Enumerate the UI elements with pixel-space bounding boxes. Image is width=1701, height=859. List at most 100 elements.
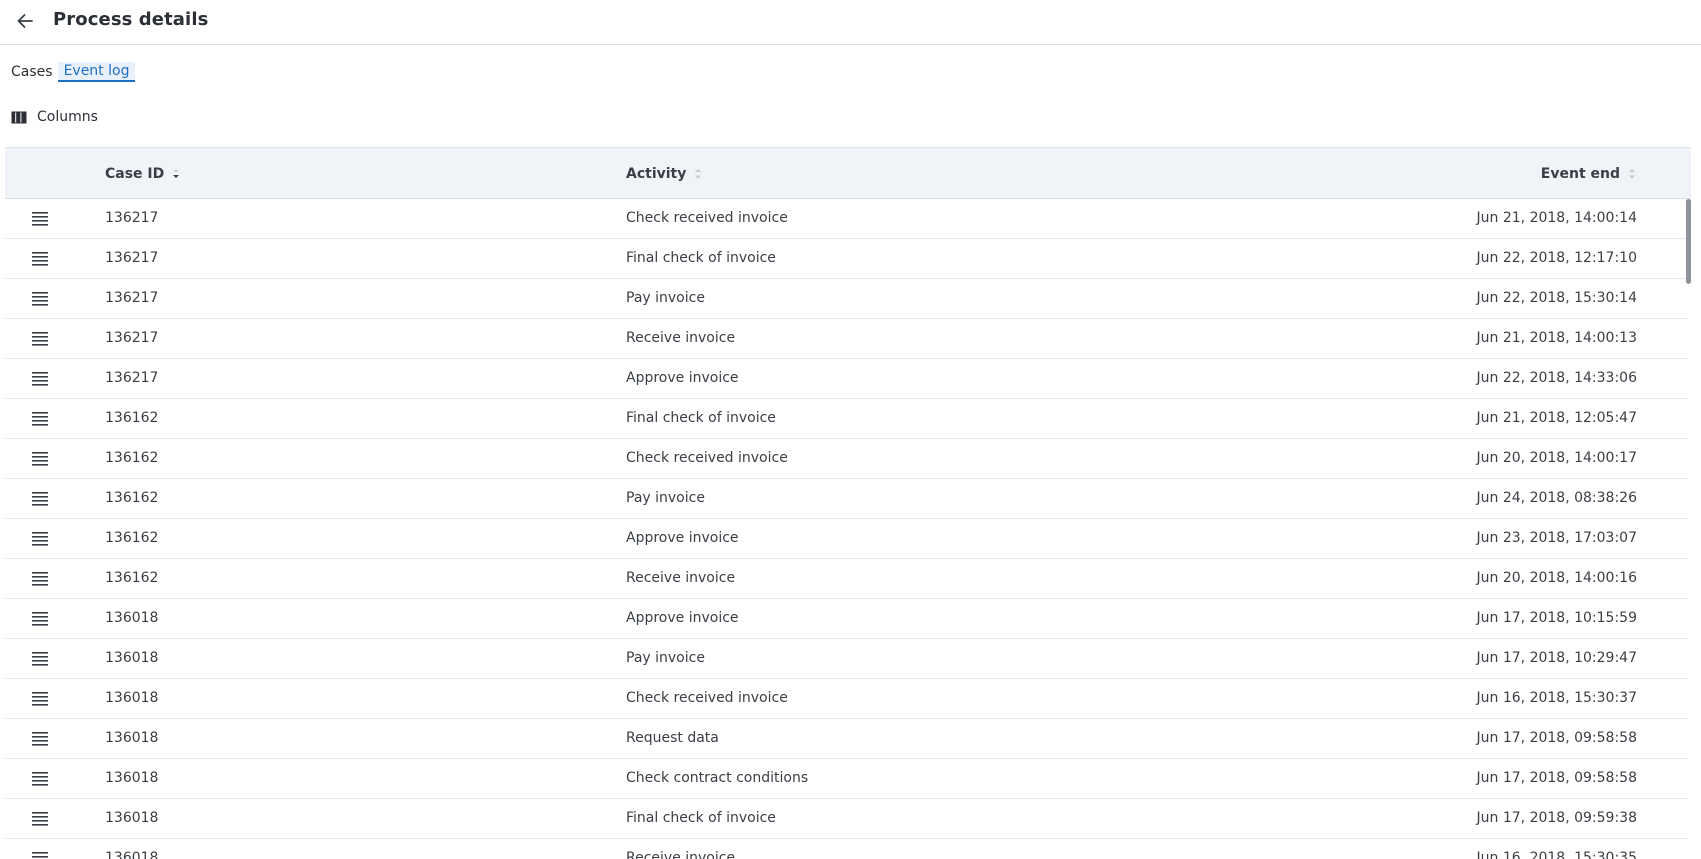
row-menu-icon[interactable] xyxy=(31,771,49,787)
table-row[interactable]: 136018 Check received invoice Jun 16, 2018… xyxy=(5,679,1687,719)
row-menu-icon[interactable] xyxy=(31,411,49,427)
cell-event-end: Jun 16, 2018, 15:30:35 xyxy=(1476,850,1637,859)
table-row[interactable]: 136018 Final check of invoice Jun 17, 2018… xyxy=(5,799,1687,839)
table-row[interactable]: 136162 Receive invoice Jun 20, 2018, 14:00… xyxy=(5,559,1687,599)
cell-event-end: Jun 16, 2018, 15:30:37 xyxy=(1476,690,1637,706)
table-row[interactable]: 136217 Check received invoice Jun 21, 2018… xyxy=(5,199,1687,239)
cell-case-id: 136217 xyxy=(105,290,159,306)
cell-case-id: 136217 xyxy=(105,370,159,386)
cell-case-id: 136162 xyxy=(105,530,159,546)
cell-event-end: Jun 21, 2018, 14:00:13 xyxy=(1476,330,1637,346)
event-log-table: Case ID Activity Event end 136217 Check r… xyxy=(5,147,1691,859)
cell-case-id: 136018 xyxy=(105,650,159,666)
column-header-activity[interactable]: Activity xyxy=(626,166,702,182)
row-menu-icon[interactable] xyxy=(31,331,49,347)
cell-activity: Request data xyxy=(626,730,719,746)
cell-event-end: Jun 20, 2018, 14:00:16 xyxy=(1476,570,1637,586)
arrow-left-icon xyxy=(17,14,33,28)
tab-bar: Cases Event log xyxy=(11,62,136,82)
row-menu-icon[interactable] xyxy=(31,291,49,307)
cell-activity: Check received invoice xyxy=(626,450,788,466)
cell-case-id: 136018 xyxy=(105,850,159,859)
cell-event-end: Jun 20, 2018, 14:00:17 xyxy=(1476,450,1637,466)
cell-activity: Check contract conditions xyxy=(626,770,809,786)
cell-case-id: 136217 xyxy=(105,330,159,346)
back-button[interactable] xyxy=(12,8,38,34)
cell-case-id: 136162 xyxy=(105,490,159,506)
row-menu-icon[interactable] xyxy=(31,531,49,547)
row-menu-icon[interactable] xyxy=(31,491,49,507)
sort-icon xyxy=(695,169,702,179)
vertical-scrollbar[interactable] xyxy=(1686,199,1691,284)
table-row[interactable]: 136018 Approve invoice Jun 17, 2018, 10:15… xyxy=(5,599,1687,639)
table-row[interactable]: 136018 Pay invoice Jun 17, 2018, 10:29:47 xyxy=(5,639,1687,679)
cell-activity: Check received invoice xyxy=(626,210,788,226)
table-row[interactable]: 136217 Pay invoice Jun 22, 2018, 15:30:14 xyxy=(5,279,1687,319)
cell-activity: Approve invoice xyxy=(626,370,739,386)
sort-descending-icon xyxy=(173,169,180,178)
table-header: Case ID Activity Event end xyxy=(5,147,1691,199)
table-row[interactable]: 136217 Receive invoice Jun 21, 2018, 14:00… xyxy=(5,319,1687,359)
cell-case-id: 136018 xyxy=(105,770,159,786)
cell-activity: Final check of invoice xyxy=(626,810,776,826)
page-title: Process details xyxy=(53,9,209,30)
column-header-case-id[interactable]: Case ID xyxy=(105,166,180,182)
table-row[interactable]: 136162 Check received invoice Jun 20, 2018… xyxy=(5,439,1687,479)
cell-case-id: 136162 xyxy=(105,570,159,586)
cell-event-end: Jun 17, 2018, 10:29:47 xyxy=(1476,650,1637,666)
table-row[interactable]: 136162 Pay invoice Jun 24, 2018, 08:38:26 xyxy=(5,479,1687,519)
cell-activity: Receive invoice xyxy=(626,330,736,346)
cell-event-end: Jun 22, 2018, 15:30:14 xyxy=(1476,290,1637,306)
row-menu-icon[interactable] xyxy=(31,571,49,587)
cell-activity: Pay invoice xyxy=(626,490,705,506)
row-menu-icon[interactable] xyxy=(31,451,49,467)
row-menu-icon[interactable] xyxy=(31,251,49,267)
cell-activity: Receive invoice xyxy=(626,570,736,586)
cell-event-end: Jun 21, 2018, 12:05:47 xyxy=(1476,410,1637,426)
column-header-label: Event end xyxy=(1540,166,1620,182)
cell-activity: Final check of invoice xyxy=(626,410,776,426)
row-menu-icon[interactable] xyxy=(31,811,49,827)
sort-icon xyxy=(1629,169,1635,179)
cell-activity: Final check of invoice xyxy=(626,250,776,266)
row-menu-icon[interactable] xyxy=(31,651,49,667)
column-header-label: Case ID xyxy=(105,166,165,182)
cell-event-end: Jun 17, 2018, 09:59:38 xyxy=(1476,810,1637,826)
cell-case-id: 136018 xyxy=(105,690,159,706)
cell-case-id: 136217 xyxy=(105,210,159,226)
table-row[interactable]: 136018 Check contract conditions Jun 17, 2… xyxy=(5,759,1687,799)
column-header-label: Activity xyxy=(626,166,687,182)
cell-case-id: 136162 xyxy=(105,410,159,426)
cell-activity: Check received invoice xyxy=(626,690,788,706)
top-bar: Process details xyxy=(0,0,1701,45)
column-header-event-end[interactable]: Event end xyxy=(1541,166,1636,182)
row-menu-icon[interactable] xyxy=(31,211,49,227)
cell-event-end: Jun 24, 2018, 08:38:26 xyxy=(1476,490,1637,506)
cell-activity: Pay invoice xyxy=(626,650,705,666)
cell-activity: Pay invoice xyxy=(626,290,705,306)
columns-label: Columns xyxy=(37,109,98,125)
cell-activity: Approve invoice xyxy=(626,610,739,626)
cell-case-id: 136162 xyxy=(105,450,159,466)
row-menu-icon[interactable] xyxy=(31,371,49,387)
cell-event-end: Jun 23, 2018, 17:03:07 xyxy=(1476,530,1637,546)
table-row[interactable]: 136018 Receive invoice Jun 16, 2018, 15:30… xyxy=(5,839,1687,859)
row-menu-icon[interactable] xyxy=(31,611,49,627)
columns-icon xyxy=(11,111,27,123)
table-row[interactable]: 136217 Final check of invoice Jun 22, 2018… xyxy=(5,239,1687,279)
table-row[interactable]: 136217 Approve invoice Jun 22, 2018, 14:33… xyxy=(5,359,1687,399)
row-menu-icon[interactable] xyxy=(31,851,49,859)
cell-event-end: Jun 21, 2018, 14:00:14 xyxy=(1476,210,1637,226)
table-row[interactable]: 136018 Request data Jun 17, 2018, 09:58:58 xyxy=(5,719,1687,759)
cell-case-id: 136018 xyxy=(105,610,159,626)
cell-case-id: 136018 xyxy=(105,810,159,826)
tab-cases[interactable]: Cases xyxy=(11,63,53,81)
columns-button[interactable]: Columns xyxy=(11,109,98,125)
tab-event-log[interactable]: Event log xyxy=(57,62,136,82)
table-row[interactable]: 136162 Final check of invoice Jun 21, 2018… xyxy=(5,399,1687,439)
table-row[interactable]: 136162 Approve invoice Jun 23, 2018, 17:03… xyxy=(5,519,1687,559)
cell-event-end: Jun 22, 2018, 12:17:10 xyxy=(1476,250,1637,266)
row-menu-icon[interactable] xyxy=(31,731,49,747)
row-menu-icon[interactable] xyxy=(31,691,49,707)
cell-event-end: Jun 17, 2018, 09:58:58 xyxy=(1476,730,1637,746)
